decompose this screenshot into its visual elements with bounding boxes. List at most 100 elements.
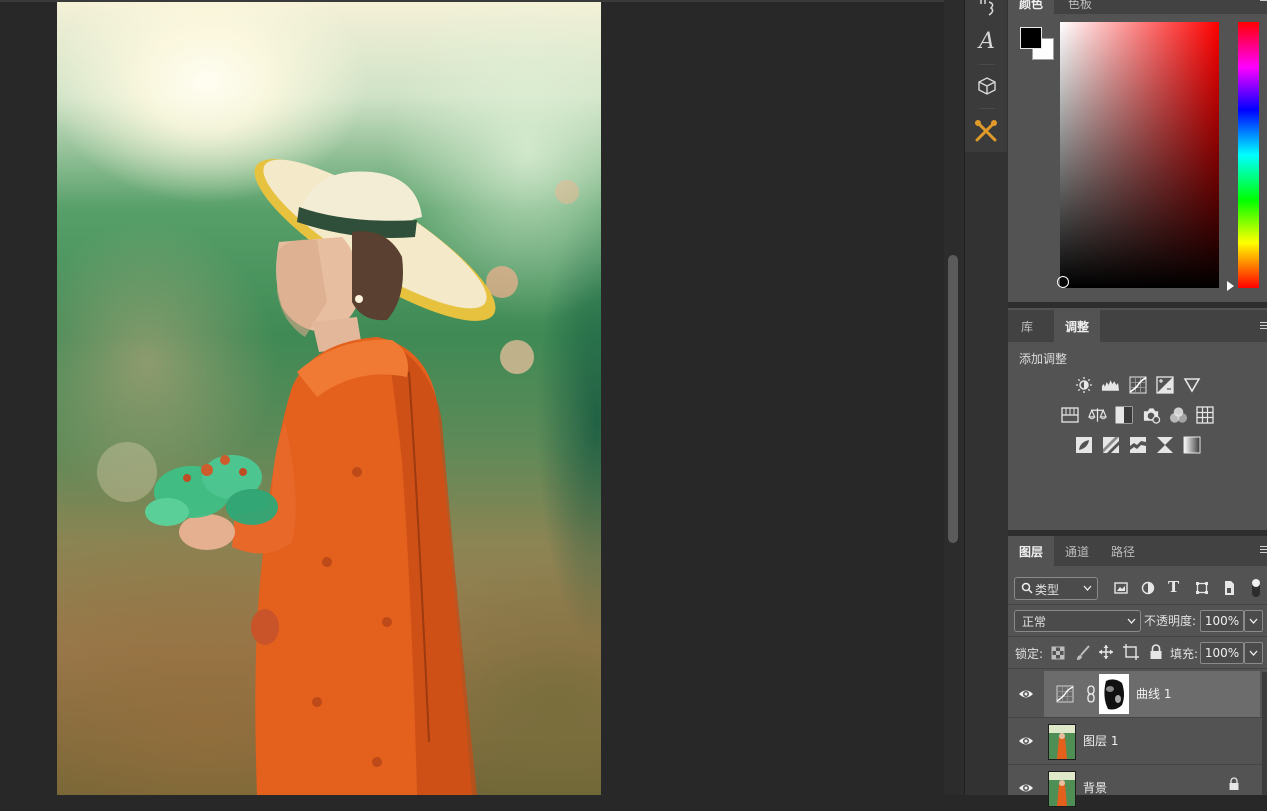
eye-icon[interactable] xyxy=(1018,733,1034,749)
layers-panel-menu-icon[interactable] xyxy=(1260,546,1267,556)
color-field-marker[interactable] xyxy=(1057,276,1069,288)
eye-icon[interactable] xyxy=(1018,686,1034,702)
link-chain-icon[interactable] xyxy=(1086,685,1096,703)
chevron-down-icon xyxy=(1249,618,1258,624)
lock-artboard-icon[interactable] xyxy=(1122,644,1140,660)
tab-channels-label: 通道 xyxy=(1064,544,1089,559)
invert-icon[interactable] xyxy=(1074,435,1093,454)
lock-image-pixels-icon[interactable] xyxy=(1075,645,1091,661)
document-image[interactable] xyxy=(57,2,601,795)
curves-adjustment-icon xyxy=(1056,685,1074,703)
tab-layers[interactable]: 图层 xyxy=(1008,536,1054,566)
threshold-icon[interactable] xyxy=(1128,435,1147,454)
adjustments-panel-menu-icon[interactable] xyxy=(1260,322,1267,332)
brightness-contrast-icon[interactable] xyxy=(1074,375,1093,394)
posterize-icon[interactable] xyxy=(1101,435,1120,454)
hue-slider[interactable] xyxy=(1238,22,1259,288)
layer-mask-thumbnail[interactable] xyxy=(1099,674,1129,714)
gradient-map-icon[interactable] xyxy=(1182,435,1201,454)
tab-paths-label: 路径 xyxy=(1110,544,1135,559)
chevron-down-icon xyxy=(1083,585,1092,591)
photo-filter-icon[interactable] xyxy=(1142,405,1161,424)
layers-scrollbar[interactable] xyxy=(1262,672,1267,795)
opacity-dropdown[interactable] xyxy=(1244,610,1263,632)
character-tool-icon: A xyxy=(979,28,995,54)
lock-all-icon[interactable] xyxy=(1149,644,1163,660)
paragraph-tool-icon xyxy=(980,0,994,16)
black-white-icon[interactable] xyxy=(1115,405,1134,424)
adjustments-panel-tabs: 库 调整 xyxy=(1008,310,1267,342)
tool-separator xyxy=(979,64,995,65)
tool-separator xyxy=(979,108,995,109)
fill-dropdown[interactable] xyxy=(1244,642,1263,664)
blend-mode-select[interactable]: 正常 xyxy=(1014,610,1141,632)
curves-icon[interactable] xyxy=(1128,375,1147,394)
tab-layers-label: 图层 xyxy=(1018,544,1043,559)
fill-label: 填充: xyxy=(1170,647,1199,661)
selective-color-icon[interactable] xyxy=(1155,435,1174,454)
exposure-icon[interactable] xyxy=(1155,375,1174,394)
foreground-color-swatch[interactable] xyxy=(1020,27,1042,49)
tab-color-label: 颜色 xyxy=(1018,0,1043,11)
filter-adjustment-icon[interactable] xyxy=(1141,581,1155,595)
opacity-input[interactable]: 100% xyxy=(1200,610,1244,632)
adjustments-row-2 xyxy=(1008,405,1267,427)
search-icon xyxy=(1021,582,1033,594)
tab-paths[interactable]: 路径 xyxy=(1102,536,1144,566)
vibrance-icon[interactable] xyxy=(1182,375,1201,394)
layer-thumbnail xyxy=(1048,724,1076,760)
blend-mode-value: 正常 xyxy=(1022,615,1047,629)
color-balance-icon[interactable] xyxy=(1087,405,1107,424)
layer-filter-select[interactable]: 类型 xyxy=(1014,577,1098,600)
tools-extension-button[interactable] xyxy=(965,112,1007,150)
photo-illustration xyxy=(97,159,579,795)
filter-shape-icon[interactable] xyxy=(1195,581,1209,595)
adjustments-heading: 添加调整 xyxy=(1019,352,1068,366)
tab-libraries-label: 库 xyxy=(1020,319,1033,334)
layer-filter-label: 类型 xyxy=(1035,583,1060,597)
tab-adjustments[interactable]: 调整 xyxy=(1054,310,1100,342)
layer-row-background[interactable]: 背景 xyxy=(1008,765,1267,811)
eye-icon[interactable] xyxy=(1018,780,1034,796)
tab-color[interactable]: 颜色 xyxy=(1008,0,1054,14)
3d-tool-button[interactable] xyxy=(965,67,1009,105)
tab-swatches[interactable]: 色板 xyxy=(1058,0,1102,14)
filter-smart-object-icon[interactable] xyxy=(1222,580,1236,596)
filter-type-icon[interactable]: T xyxy=(1168,578,1179,596)
tab-channels[interactable]: 通道 xyxy=(1056,536,1098,566)
fill-input[interactable]: 100% xyxy=(1200,642,1244,664)
channel-mixer-icon[interactable] xyxy=(1169,405,1188,424)
layer-name: 曲线 1 xyxy=(1136,687,1172,701)
color-panel-tabs: 颜色 色板 xyxy=(1008,0,1267,14)
levels-icon[interactable] xyxy=(1101,375,1120,394)
canvas-scroll-thumb[interactable] xyxy=(948,255,958,543)
color-lookup-icon[interactable] xyxy=(1196,405,1215,424)
panel-divider xyxy=(1008,302,1267,308)
filter-toggle[interactable] xyxy=(1252,579,1260,597)
tools-extension-icon xyxy=(975,120,997,142)
filter-pixel-icon[interactable] xyxy=(1114,581,1128,595)
lock-position-icon[interactable] xyxy=(1098,644,1114,660)
layer-name: 图层 1 xyxy=(1083,734,1119,748)
separator xyxy=(1008,604,1267,605)
opacity-value: 100% xyxy=(1204,614,1240,628)
lock-transparent-pixels-icon[interactable] xyxy=(1051,646,1065,660)
color-panel-menu-icon[interactable] xyxy=(1260,0,1267,4)
lock-icon xyxy=(1229,777,1239,790)
adjustments-row-3 xyxy=(1008,435,1267,457)
layers-panel-tabs: 图层 通道 路径 xyxy=(1008,536,1267,566)
character-tool-button[interactable]: A xyxy=(965,22,1009,60)
layer-name: 背景 xyxy=(1083,781,1108,795)
3d-tool-icon xyxy=(978,77,996,95)
layer-thumbnail xyxy=(1048,771,1076,807)
tab-libraries[interactable]: 库 xyxy=(1008,310,1046,342)
layer-row-layer-1[interactable]: 图层 1 xyxy=(1008,718,1267,764)
adjustments-row-1 xyxy=(1008,375,1267,397)
color-field-picker[interactable] xyxy=(1060,22,1219,288)
fill-value: 100% xyxy=(1204,646,1240,660)
separator xyxy=(1008,636,1267,637)
layer-row-curves-1[interactable]: 曲线 1 xyxy=(1008,671,1267,717)
hue-saturation-icon[interactable] xyxy=(1061,405,1080,424)
chevron-down-icon xyxy=(1127,618,1136,624)
hue-slider-marker-icon[interactable] xyxy=(1227,281,1234,291)
